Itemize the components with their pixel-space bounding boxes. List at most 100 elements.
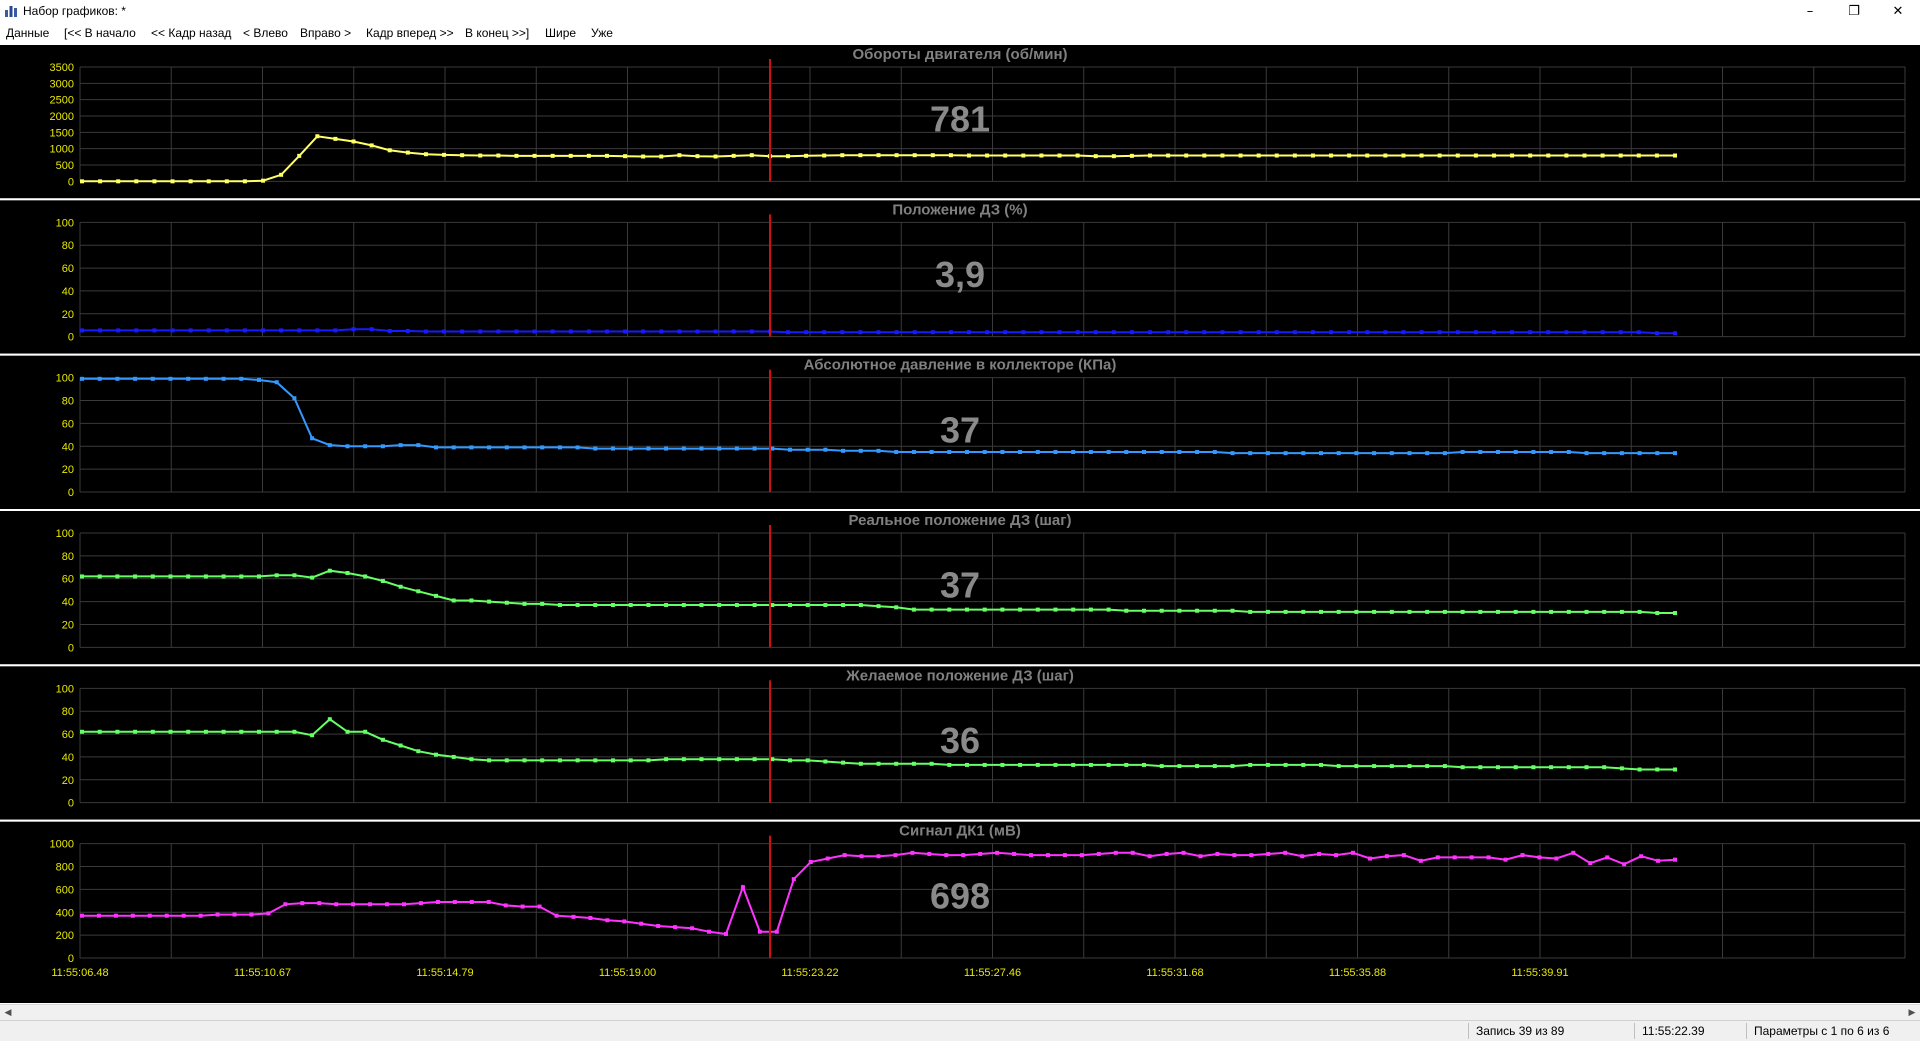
data-point <box>639 921 644 926</box>
data-point <box>1584 451 1589 456</box>
data-point <box>242 328 247 333</box>
current-value: 698 <box>930 875 990 916</box>
y-tick-label: 1500 <box>50 127 74 139</box>
menu-data[interactable]: Данные <box>6 26 49 40</box>
data-point <box>646 758 651 763</box>
data-point <box>1265 451 1270 456</box>
chart-panel-4[interactable]: 0 20 40 60 80 100 Реальное положение ДЗ (шаг) 3… <box>0 511 1920 668</box>
data-point <box>752 757 757 762</box>
data-point <box>168 729 173 734</box>
data-point <box>1088 762 1093 767</box>
data-point <box>1654 153 1659 158</box>
data-point <box>731 153 736 158</box>
data-point <box>1274 330 1279 335</box>
data-point <box>641 154 646 159</box>
y-tick-label: 0 <box>68 332 74 344</box>
chart-area[interactable]: 0 500 1000 1500 2000 2500 3000 3500 Обороты двиг… <box>0 44 1920 1004</box>
data-point <box>297 328 302 333</box>
data-point <box>487 445 492 450</box>
data-point <box>1039 153 1044 158</box>
scroll-track[interactable] <box>16 1006 1904 1020</box>
current-value: 36 <box>940 720 980 761</box>
chart-panel-5[interactable]: 0 20 40 60 80 100 Желаемое положение ДЗ (шаг) 3… <box>0 666 1920 823</box>
data-point <box>1383 330 1388 335</box>
data-point <box>1265 609 1270 614</box>
data-point <box>1195 608 1200 613</box>
data-point <box>1057 153 1062 158</box>
data-point <box>894 449 899 454</box>
data-point <box>487 599 492 604</box>
data-point <box>261 178 266 183</box>
data-point <box>520 904 525 909</box>
data-point <box>1212 608 1217 613</box>
data-point <box>605 918 610 923</box>
data-point <box>1510 153 1515 158</box>
data-point <box>452 899 457 904</box>
data-point <box>1248 609 1253 614</box>
data-point <box>345 729 350 734</box>
data-point <box>1071 449 1076 454</box>
data-point <box>387 328 392 333</box>
data-point <box>1478 449 1483 454</box>
menu-go-end[interactable]: В конец >>] <box>465 26 529 40</box>
chart-panel-6[interactable]: 0 200 400 600 800 1000 Сигнал ДК1 (мВ) 698 11:55… <box>0 821 1920 1003</box>
data-point <box>315 328 320 333</box>
bar-chart-icon <box>5 6 17 17</box>
restore-icon[interactable]: ❐ <box>1832 0 1876 22</box>
y-tick-label: 60 <box>62 574 74 586</box>
data-point <box>1407 764 1412 769</box>
data-point <box>1655 451 1660 456</box>
data-point <box>628 446 633 451</box>
data-point <box>1053 607 1058 612</box>
data-point <box>911 449 916 454</box>
charts-svg[interactable]: 0500100015002000250030003500Обороты двиг… <box>0 44 1920 1004</box>
chart-panel-3[interactable]: 0 20 40 60 80 100 Абсолютное давление в коллек… <box>0 355 1920 512</box>
data-point <box>401 902 406 907</box>
data-point <box>1520 853 1525 858</box>
minimize-icon[interactable]: – <box>1788 0 1832 22</box>
data-point <box>496 329 501 334</box>
data-point <box>1510 330 1515 335</box>
horizontal-scrollbar[interactable]: ◀ ▶ <box>0 1004 1920 1021</box>
data-point <box>1566 449 1571 454</box>
chart-panel-2[interactable]: 0 20 40 60 80 100 Положение ДЗ (%) 3,9 <box>0 200 1920 357</box>
menu-frame-back[interactable]: << Кадр назад <box>151 26 231 40</box>
menu-frame-forward[interactable]: Кадр вперед >> <box>366 26 454 40</box>
menu-go-start[interactable]: [<< В начало <box>64 26 136 40</box>
data-point <box>1365 330 1370 335</box>
data-point <box>1319 762 1323 767</box>
data-point <box>788 447 792 452</box>
data-point <box>930 153 935 158</box>
y-tick-label: 60 <box>62 729 74 741</box>
data-point <box>1177 764 1182 769</box>
data-point <box>659 329 664 334</box>
data-point <box>965 607 969 612</box>
data-point <box>274 729 279 734</box>
data-point <box>1292 330 1297 335</box>
data-point <box>333 136 338 141</box>
menu-wider[interactable]: Шире <box>545 26 576 40</box>
scroll-right-icon[interactable]: ▶ <box>1904 1005 1920 1021</box>
data-point <box>929 761 934 766</box>
data-point <box>1347 330 1352 335</box>
data-point <box>1184 330 1189 335</box>
data-point <box>1202 330 1207 335</box>
data-point <box>1513 609 1518 614</box>
menu-right[interactable]: Вправо > <box>300 26 351 40</box>
data-point <box>1442 609 1447 614</box>
y-tick-label: 80 <box>62 551 74 563</box>
chart-panel-1[interactable]: 0 500 1000 1500 2000 2500 3000 3500 Обороты двиг… <box>0 45 1920 202</box>
close-icon[interactable]: ✕ <box>1876 0 1920 22</box>
menu-narrower[interactable]: Уже <box>591 26 613 40</box>
data-point <box>1317 851 1322 856</box>
scroll-left-icon[interactable]: ◀ <box>0 1005 16 1021</box>
y-tick-label: 600 <box>56 884 74 896</box>
data-point <box>203 729 208 734</box>
data-point <box>1142 449 1146 454</box>
data-point <box>557 445 562 450</box>
data-point <box>1249 853 1254 858</box>
data-point <box>1124 762 1129 767</box>
data-point <box>930 330 935 335</box>
menu-left[interactable]: < Влево <box>243 26 288 40</box>
data-point <box>1159 608 1164 613</box>
